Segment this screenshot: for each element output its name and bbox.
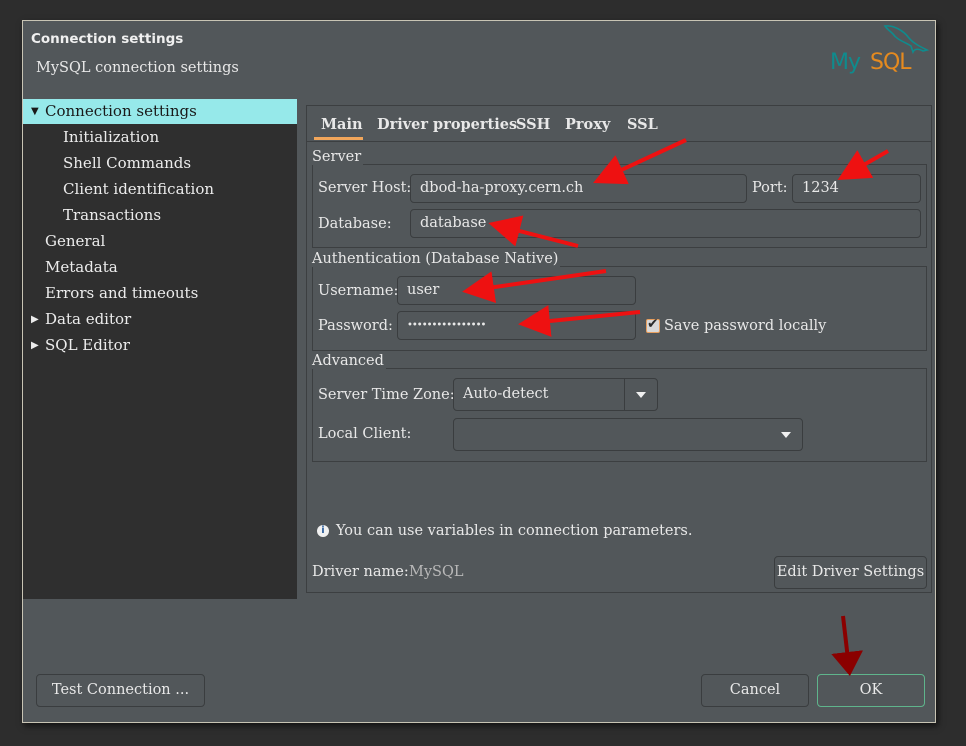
sidebar-item-initialization[interactable]: Initialization [23, 125, 297, 150]
settings-sidebar: ▼ Connection settings Initialization She… [23, 99, 297, 599]
driver-name-value: MySQL [409, 564, 464, 580]
sidebar-item-connection-settings[interactable]: ▼ Connection settings [23, 99, 297, 124]
server-group-label: Server [312, 149, 364, 165]
main-settings-panel: Main Driver properties SSH Proxy SSL Ser… [306, 105, 932, 593]
tab-driver-properties[interactable]: Driver properties [377, 116, 517, 133]
dialog-subtitle: MySQL connection settings [36, 60, 239, 76]
server-time-zone-label: Server Time Zone: [318, 387, 455, 403]
sidebar-item-label: Transactions [63, 206, 162, 224]
tab-main[interactable]: Main [321, 116, 363, 133]
tab-ssl[interactable]: SSL [627, 116, 658, 133]
sidebar-item-label: Connection settings [45, 102, 197, 120]
connection-settings-dialog: Connection settings MySQL connection set… [22, 20, 936, 723]
sidebar-item-label: Data editor [45, 310, 132, 328]
ok-button[interactable]: OK [817, 674, 925, 707]
server-time-zone-value: Auto-detect [463, 386, 549, 402]
checkmark-icon: ✔ [647, 316, 659, 332]
edit-driver-settings-button[interactable]: Edit Driver Settings [774, 556, 927, 589]
sidebar-item-label: SQL Editor [45, 336, 130, 354]
password-input[interactable]: •••••••••••••••• [397, 311, 636, 340]
database-input[interactable]: database [410, 209, 921, 238]
tab-proxy[interactable]: Proxy [565, 116, 610, 133]
variables-info-text: You can use variables in connection para… [336, 523, 693, 539]
local-client-label: Local Client: [318, 426, 412, 442]
sidebar-item-label: Errors and timeouts [45, 284, 199, 302]
sidebar-item-client-identification[interactable]: Client identification [23, 177, 297, 202]
tab-ssh[interactable]: SSH [516, 116, 550, 133]
local-client-combo[interactable] [453, 418, 803, 451]
sidebar-item-metadata[interactable]: Metadata [23, 255, 297, 280]
expand-arrow-icon[interactable]: ▼ [31, 99, 41, 124]
active-tab-indicator [314, 137, 363, 140]
sidebar-item-label: Initialization [63, 128, 160, 146]
username-label: Username: [318, 283, 399, 299]
info-icon: i [317, 525, 329, 537]
sidebar-item-label: General [45, 232, 106, 250]
server-time-zone-combo[interactable]: Auto-detect [453, 378, 658, 411]
expand-arrow-icon[interactable]: ▶ [31, 333, 41, 358]
logo-text-sql: SQL [870, 50, 912, 75]
driver-name-label: Driver name: [312, 564, 409, 580]
sidebar-item-errors-and-timeouts[interactable]: Errors and timeouts [23, 281, 297, 306]
server-host-input[interactable]: dbod-ha-proxy.cern.ch [410, 174, 747, 203]
database-label: Database: [318, 216, 392, 232]
chevron-down-icon [636, 392, 646, 398]
chevron-down-icon [781, 432, 791, 438]
sidebar-item-label: Shell Commands [63, 154, 192, 172]
password-label: Password: [318, 318, 393, 334]
logo-text-my: My [830, 50, 861, 75]
save-password-label[interactable]: Save password locally [664, 318, 826, 334]
cancel-button[interactable]: Cancel [701, 674, 809, 707]
sidebar-item-label: Client identification [63, 180, 215, 198]
username-input[interactable]: user [397, 276, 636, 305]
sidebar-item-transactions[interactable]: Transactions [23, 203, 297, 228]
server-time-zone-dropdown-button[interactable] [624, 379, 657, 410]
test-connection-button[interactable]: Test Connection ... [36, 674, 205, 707]
sidebar-item-general[interactable]: General [23, 229, 297, 254]
advanced-group-label: Advanced [312, 353, 386, 369]
server-host-label: Server Host: [318, 180, 412, 196]
sidebar-item-label: Metadata [45, 258, 118, 276]
port-input[interactable]: 1234 [792, 174, 921, 203]
save-password-checkbox[interactable]: ✔ [646, 316, 660, 333]
sidebar-item-shell-commands[interactable]: Shell Commands [23, 151, 297, 176]
authentication-group-label: Authentication (Database Native) [312, 251, 561, 267]
mysql-logo: My SQL [828, 24, 938, 82]
sidebar-item-sql-editor[interactable]: ▶ SQL Editor [23, 333, 297, 358]
dialog-title: Connection settings [31, 31, 184, 47]
sidebar-item-data-editor[interactable]: ▶ Data editor [23, 307, 297, 332]
expand-arrow-icon[interactable]: ▶ [31, 307, 41, 332]
port-label: Port: [752, 180, 788, 196]
tab-bar: Main Driver properties SSH Proxy SSL [307, 106, 931, 142]
